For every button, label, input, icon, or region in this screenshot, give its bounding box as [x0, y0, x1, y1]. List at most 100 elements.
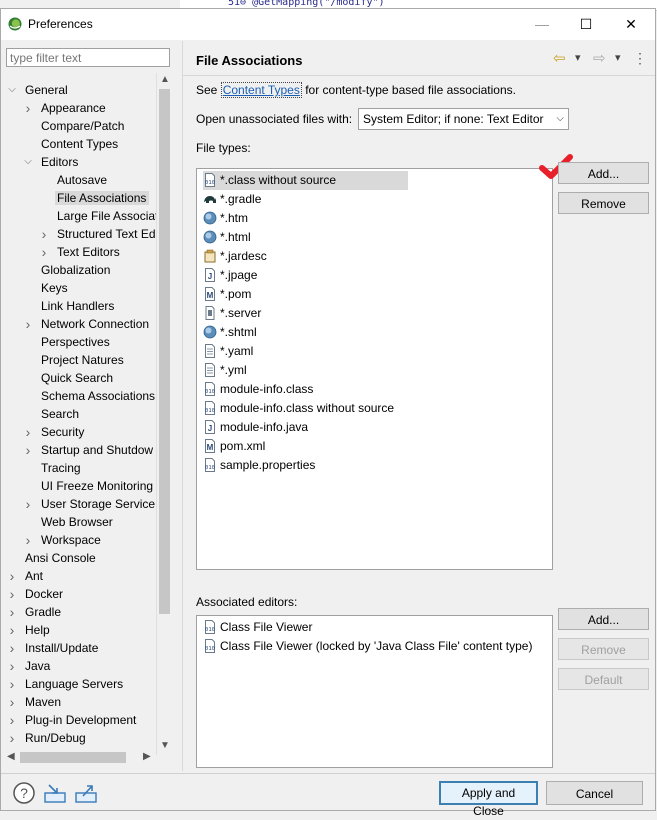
scroll-left-arrow-icon[interactable]: ◀	[7, 751, 15, 762]
chevron-right-icon[interactable]: ›	[7, 567, 17, 585]
tree-item[interactable]: Quick Search	[6, 369, 116, 387]
tree-item[interactable]: Tracing	[6, 459, 84, 477]
tree-item[interactable]: File Associations	[6, 189, 150, 207]
minimize-button[interactable]: —	[520, 12, 564, 36]
scroll-right-arrow-icon[interactable]: ▶	[143, 751, 151, 762]
file-type-row[interactable]: J *.jpage	[203, 266, 257, 285]
file-type-row[interactable]: *.server	[203, 304, 261, 323]
chevron-down-icon[interactable]: ⌵	[7, 81, 17, 99]
tree-item[interactable]: › Ant	[6, 567, 46, 585]
tree-item[interactable]: › Security	[6, 423, 87, 441]
tree-item[interactable]: › Maven	[6, 693, 64, 711]
tree-horizontal-scrollbar[interactable]: ◀ ▶	[6, 750, 156, 765]
tree-item[interactable]: › Structured Text Ed	[6, 225, 156, 243]
chevron-right-icon[interactable]: ›	[23, 99, 33, 117]
tree-item[interactable]: Project Natures	[6, 351, 127, 369]
tree-item[interactable]: › Run/Debug	[6, 729, 89, 747]
view-menu-icon[interactable]: ⋮	[633, 50, 647, 67]
pane-divider[interactable]	[182, 41, 183, 771]
tree-item[interactable]: › Help	[6, 621, 53, 639]
tree-item[interactable]: › Install/Update	[6, 639, 101, 657]
tree-item[interactable]: UI Freeze Monitoring	[6, 477, 156, 495]
tree-item[interactable]: Schema Associations	[6, 387, 156, 405]
chevron-right-icon[interactable]: ›	[7, 711, 17, 729]
tree-item[interactable]: Large File Associati	[6, 207, 156, 225]
editors-default-button[interactable]: Default	[558, 668, 649, 690]
file-type-row[interactable]: *.jardesc	[203, 247, 267, 266]
chevron-right-icon[interactable]: ›	[23, 315, 33, 333]
chevron-right-icon[interactable]: ›	[7, 603, 17, 621]
tree-item[interactable]: › Language Servers	[6, 675, 126, 693]
file-type-row[interactable]: Jmodule-info.java	[203, 418, 308, 437]
forward-arrow-icon[interactable]: ⇨	[593, 49, 606, 67]
associated-editors-list[interactable]: 010 Class File Viewer 010 Class File Viewer…	[196, 615, 553, 768]
chevron-right-icon[interactable]: ›	[23, 423, 33, 441]
back-dropdown-icon[interactable]: ▾	[575, 51, 581, 64]
chevron-right-icon[interactable]: ›	[39, 243, 49, 261]
tree-item[interactable]: › Network Connection	[6, 315, 152, 333]
open-unassociated-select[interactable]: System Editor; if none: Text Editor ⌵	[358, 108, 569, 130]
tree-item[interactable]: Ansi Console	[6, 549, 99, 567]
scroll-up-arrow-icon[interactable]: ▲	[160, 74, 170, 85]
chevron-right-icon[interactable]: ›	[23, 441, 33, 459]
tree-item[interactable]: ⌵ Editors	[6, 153, 81, 171]
chevron-right-icon[interactable]: ›	[7, 585, 17, 603]
file-type-row[interactable]: M *.pom	[203, 285, 251, 304]
associated-editor-row[interactable]: 010 Class File Viewer	[203, 618, 312, 637]
editors-remove-button[interactable]: Remove	[558, 638, 649, 660]
tree-horizontal-scroll-thumb[interactable]	[20, 752, 126, 763]
tree-item[interactable]: › Workspace	[6, 531, 104, 549]
file-types-remove-button[interactable]: Remove	[558, 192, 649, 214]
chevron-right-icon[interactable]: ›	[7, 621, 17, 639]
chevron-right-icon[interactable]: ›	[7, 693, 17, 711]
tree-item[interactable]: Search	[6, 405, 82, 423]
file-type-row[interactable]: 010 module-info.class	[203, 380, 313, 399]
tree-item[interactable]: Keys	[6, 279, 71, 297]
chevron-right-icon[interactable]: ›	[7, 657, 17, 675]
file-type-row[interactable]: *.yaml	[203, 342, 253, 361]
tree-item[interactable]: › User Storage Service	[6, 495, 156, 513]
tree-item[interactable]: Web Browser	[6, 513, 116, 531]
tree-vertical-scroll-thumb[interactable]	[159, 89, 170, 614]
tree-item[interactable]: › Docker	[6, 585, 66, 603]
tree-item[interactable]: Compare/Patch	[6, 117, 127, 135]
file-type-row[interactable]: Mpom.xml	[203, 437, 265, 456]
tree-item[interactable]: Globalization	[6, 261, 113, 279]
help-icon[interactable]: ?	[12, 781, 36, 805]
tree-item[interactable]: › Startup and Shutdow	[6, 441, 156, 459]
tree-item[interactable]: Content Types	[6, 135, 121, 153]
maximize-button[interactable]: ☐	[564, 12, 608, 36]
tree-item[interactable]: Perspectives	[6, 333, 113, 351]
tree-item[interactable]: › Plug-in Development	[6, 711, 139, 729]
cancel-button[interactable]: Cancel	[546, 781, 643, 805]
chevron-right-icon[interactable]: ›	[39, 225, 49, 243]
tree-item[interactable]: › Appearance	[6, 99, 109, 117]
file-type-row[interactable]: 010 *.class without source	[203, 171, 408, 190]
apply-and-close-button[interactable]: Apply and Close	[439, 781, 538, 818]
export-icon[interactable]	[74, 781, 98, 805]
tree-item[interactable]: › Gradle	[6, 603, 64, 621]
chevron-right-icon[interactable]: ›	[7, 729, 17, 747]
filter-input[interactable]	[6, 48, 170, 67]
file-types-list[interactable]: 010 *.class without source *.gradle *.htm *.…	[196, 168, 553, 570]
close-button[interactable]: ✕	[609, 12, 653, 36]
chevron-down-icon[interactable]: ⌵	[23, 153, 33, 171]
tree-item[interactable]: › Text Editors	[6, 243, 123, 261]
tree-item[interactable]: ⌵ General	[6, 81, 71, 99]
content-types-link[interactable]: Content Types	[220, 82, 302, 98]
file-type-row[interactable]: *.gradle	[203, 190, 261, 209]
file-type-row[interactable]: *.shtml	[203, 323, 257, 342]
tree-item[interactable]: › Java	[6, 657, 53, 675]
associated-editor-row[interactable]: 010 Class File Viewer (locked by 'Java Cl…	[203, 637, 532, 656]
chevron-right-icon[interactable]: ›	[7, 675, 17, 693]
tree-item[interactable]: Autosave	[6, 171, 110, 189]
tree-vertical-scrollbar[interactable]: ▲ ▼	[156, 73, 172, 755]
scroll-down-arrow-icon[interactable]: ▼	[160, 740, 170, 751]
chevron-right-icon[interactable]: ›	[23, 495, 33, 513]
back-arrow-icon[interactable]: ⇦	[553, 49, 566, 67]
editors-add-button[interactable]: Add...	[558, 608, 649, 630]
file-types-add-button[interactable]: Add...	[558, 162, 649, 184]
import-icon[interactable]	[43, 781, 67, 805]
tree-item[interactable]: Link Handlers	[6, 297, 117, 315]
file-type-row[interactable]: *.htm	[203, 209, 248, 228]
